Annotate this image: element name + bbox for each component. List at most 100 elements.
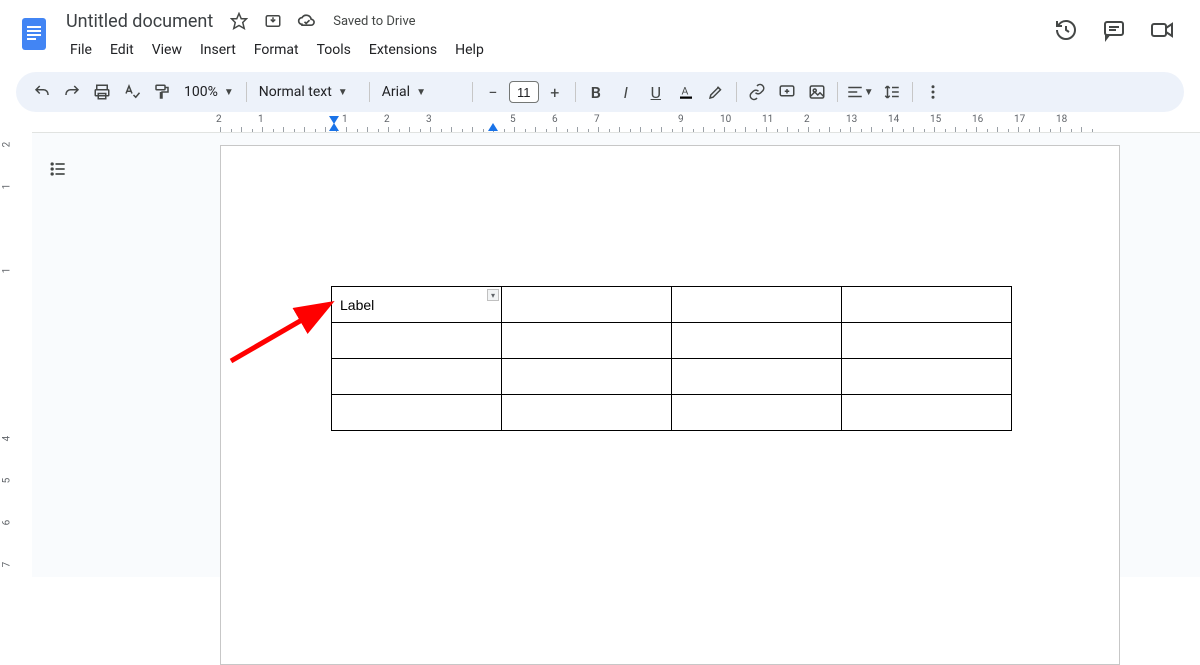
separator [912,82,913,102]
cloud-saved-icon[interactable] [295,9,319,33]
menu-insert[interactable]: Insert [192,38,244,62]
menu-bar: File Edit View Insert Format Tools Exten… [62,36,1042,64]
table-cell[interactable] [502,287,672,323]
title-area: Untitled document Saved to Drive File Ed… [62,8,1042,64]
ruler-tick [682,114,724,132]
document-table[interactable]: Label [331,286,1012,431]
menu-tools[interactable]: Tools [309,38,359,62]
add-comment-button[interactable] [773,78,801,106]
font-size-input[interactable] [509,81,539,103]
menu-format[interactable]: Format [246,38,307,62]
cell-dropdown-icon[interactable] [487,289,499,301]
table-cell[interactable] [672,323,842,359]
decrease-font-button[interactable]: − [479,78,507,106]
table-cell[interactable] [842,287,1012,323]
chevron-down-icon: ▼ [416,87,426,98]
menu-extensions[interactable]: Extensions [361,38,445,62]
docs-logo[interactable] [16,12,52,56]
menu-file[interactable]: File [62,38,100,62]
ruler-tick [976,114,1018,132]
separator [736,82,737,102]
toolbar: 100% ▼ Normal text ▼ Arial ▼ − + B I U A [16,72,1184,112]
menu-edit[interactable]: Edit [102,38,142,62]
separator [837,82,838,102]
move-icon[interactable] [261,9,285,33]
ruler-tick [514,114,556,132]
ruler-tick [0,522,32,564]
table-cell[interactable] [502,395,672,431]
menu-view[interactable]: View [144,38,190,62]
table-row: Label [332,287,1012,323]
star-icon[interactable] [227,9,251,33]
font-selector[interactable]: Arial ▼ [376,84,466,100]
line-spacing-button[interactable] [878,78,906,106]
highlight-button[interactable] [702,78,730,106]
ruler-tick [220,114,262,132]
document-title[interactable]: Untitled document [62,9,217,34]
ruler-tick [0,144,32,186]
table-cell[interactable] [502,359,672,395]
vertical-ruler[interactable] [0,132,32,577]
toolbar-container: 100% ▼ Normal text ▼ Arial ▼ − + B I U A [0,64,1200,112]
table-row [332,359,1012,395]
ruler-tick [0,186,32,228]
zoom-selector[interactable]: 100% ▼ [178,84,240,100]
table-row [332,323,1012,359]
paragraph-style-value: Normal text [259,84,332,100]
page[interactable]: Label [220,145,1120,665]
ruler-tick [724,114,766,132]
table-cell[interactable] [502,323,672,359]
print-button[interactable] [88,78,116,106]
chevron-down-icon: ▼ [338,87,348,98]
separator [246,82,247,102]
comments-icon[interactable] [1100,16,1128,44]
table-cell[interactable] [332,359,502,395]
table-cell[interactable] [332,395,502,431]
insert-image-button[interactable] [803,78,831,106]
ruler-tick [934,114,976,132]
align-button[interactable]: ▼ [844,78,876,106]
table-cell[interactable] [672,359,842,395]
ruler-tick [766,114,808,132]
ruler-tick [0,564,32,606]
ruler-tick [0,228,32,270]
zoom-value: 100% [184,84,218,100]
table-cell[interactable] [332,323,502,359]
ruler-tick [388,114,430,132]
chevron-down-icon: ▼ [224,87,234,98]
link-button[interactable] [743,78,771,106]
menu-help[interactable]: Help [447,38,492,62]
ruler-tick [0,270,32,312]
chevron-down-icon: ▼ [864,87,874,98]
table-cell[interactable]: Label [332,287,502,323]
italic-button[interactable]: I [612,78,640,106]
table-cell[interactable] [842,395,1012,431]
arrow-annotation [226,301,346,371]
ruler-tick [892,114,934,132]
table-cell[interactable] [842,359,1012,395]
paint-format-button[interactable] [148,78,176,106]
redo-button[interactable] [58,78,86,106]
horizontal-ruler[interactable] [32,114,1200,132]
table-cell[interactable] [672,287,842,323]
history-icon[interactable] [1052,16,1080,44]
ruler-tick [1018,114,1060,132]
svg-text:A: A [681,84,688,97]
ruler-tick [0,396,32,438]
ruler-tick [304,114,346,132]
table-row [332,395,1012,431]
spellcheck-button[interactable] [118,78,146,106]
outline-toggle-button[interactable] [42,153,74,185]
table-cell[interactable] [672,395,842,431]
paragraph-style-selector[interactable]: Normal text ▼ [253,84,363,100]
text-color-button[interactable]: A [672,78,700,106]
more-button[interactable] [919,78,947,106]
increase-font-button[interactable]: + [541,78,569,106]
separator [472,82,473,102]
underline-button[interactable]: U [642,78,670,106]
table-cell[interactable] [842,323,1012,359]
bold-button[interactable]: B [582,78,610,106]
separator [369,82,370,102]
meet-icon[interactable] [1148,16,1176,44]
undo-button[interactable] [28,78,56,106]
